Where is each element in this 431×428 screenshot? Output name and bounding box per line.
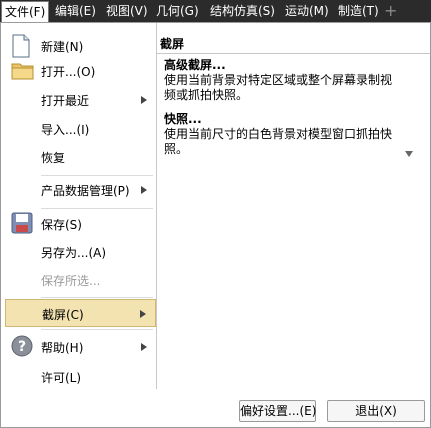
submenu-title: 截屏: [160, 37, 185, 51]
svg-text:?: ?: [18, 339, 26, 355]
menu-separator: [41, 297, 153, 298]
preferences-button[interactable]: 偏好设置...(E): [239, 400, 316, 422]
menu-item-pdm[interactable]: 产品数据管理(P): [5, 175, 156, 205]
menu-item-label: 帮助(H): [41, 341, 84, 355]
menu-item-license[interactable]: 许可(L): [5, 362, 156, 392]
menu-item-help[interactable]: ? 帮助(H): [5, 332, 156, 362]
submenu-entry-description: 使用当前尺寸的白色背景对模型窗口抓拍快照。: [164, 127, 393, 156]
menu-item-label: 打开...(O): [41, 65, 96, 79]
menu-structural-simulation[interactable]: 结构仿真(S): [210, 0, 275, 22]
menu-item-label: 截屏(C): [42, 308, 84, 322]
menu-item-save[interactable]: 保存(S): [5, 209, 156, 239]
menu-item-label: 保存所选...: [41, 274, 101, 288]
menu-item-save-selected: 保存所选...: [5, 265, 156, 295]
file-menu-panel: 新建(N) 打开...(O) 打开最近 导入...(I) 恢复 产品数据管理(P…: [0, 22, 431, 428]
menu-item-save-as[interactable]: 另存为...(A): [5, 237, 156, 267]
new-document-icon: [12, 34, 30, 58]
submenu-entry-advanced-screenshot[interactable]: 高级截屏... 使用当前背景对特定区域或整个屏幕录制视频或抓拍快照。: [164, 58, 404, 103]
menu-item-label: 导入...(I): [41, 123, 90, 137]
menu-item-label: 新建(N): [41, 40, 84, 54]
submenu-entry-description: 使用当前背景对特定区域或整个屏幕录制视频或抓拍快照。: [164, 73, 393, 102]
open-folder-icon: [11, 63, 34, 80]
menu-item-import[interactable]: 导入...(I): [5, 114, 156, 144]
menu-item-label: 恢复: [41, 151, 66, 165]
menu-item-label: 许可(L): [41, 371, 82, 385]
scroll-down-icon[interactable]: [405, 151, 413, 157]
submenu-title-divider: [157, 53, 430, 54]
exit-button[interactable]: 退出(X): [327, 400, 425, 422]
help-icon: ?: [11, 335, 33, 357]
menu-item-restore[interactable]: 恢复: [5, 142, 156, 172]
menu-item-open[interactable]: 打开...(O): [5, 56, 156, 86]
menu-item-label: 保存(S): [41, 218, 82, 232]
chevron-right-icon: [141, 186, 147, 194]
file-menu-list: 新建(N) 打开...(O) 打开最近 导入...(I) 恢复 产品数据管理(P…: [1, 23, 156, 427]
screenshot-submenu: 截屏 高级截屏... 使用当前背景对特定区域或整个屏幕录制视频或抓拍快照。 快照…: [157, 23, 430, 389]
menu-manufacturing[interactable]: 制造(T): [338, 0, 379, 22]
save-disk-icon: [11, 212, 33, 234]
menu-edit[interactable]: 编辑(E): [55, 0, 96, 22]
chevron-right-icon: [140, 310, 146, 318]
menu-bar: 文件(F) 编辑(E) 视图(V) 几何(G) 结构仿真(S) 运动(M) 制造…: [0, 0, 431, 22]
submenu-entry-title: 高级截屏...: [164, 58, 226, 72]
chevron-right-icon: [141, 343, 147, 351]
chevron-right-icon: [141, 96, 147, 104]
menu-item-label: 另存为...(A): [41, 246, 107, 260]
submenu-entry-title: 快照...: [164, 112, 202, 126]
menu-item-label: 产品数据管理(P): [41, 184, 130, 198]
menu-view[interactable]: 视图(V): [106, 0, 148, 22]
menu-motion[interactable]: 运动(M): [285, 0, 329, 22]
menu-file[interactable]: 文件(F): [1, 1, 50, 22]
add-tab-icon[interactable]: +: [384, 0, 397, 22]
menu-item-open-recent[interactable]: 打开最近: [5, 85, 156, 115]
submenu-entry-snapshot[interactable]: 快照... 使用当前尺寸的白色背景对模型窗口抓拍快照。: [164, 112, 404, 157]
menu-separator: [41, 329, 153, 330]
menu-item-label: 打开最近: [41, 94, 90, 108]
menu-geometry[interactable]: 几何(G): [156, 0, 199, 22]
menu-item-screenshot[interactable]: 截屏(C): [5, 299, 156, 327]
